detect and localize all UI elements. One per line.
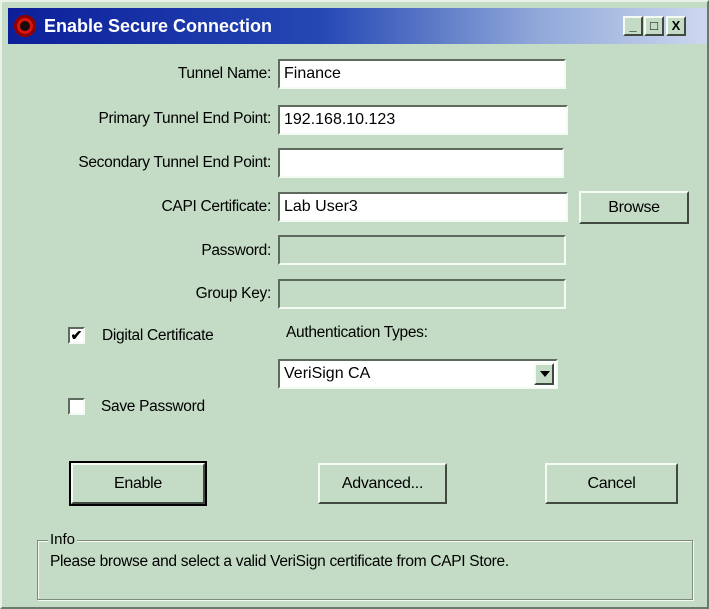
info-message: Please browse and select a valid VeriSig… (50, 553, 509, 570)
secondary-end-point-label: Secondary Tunnel End Point: (78, 154, 271, 171)
authentication-types-label: Authentication Types: (286, 324, 428, 341)
close-button[interactable]: X (666, 16, 686, 36)
browse-button[interactable]: Browse (579, 191, 689, 224)
save-password-label[interactable]: Save Password (101, 398, 205, 416)
chevron-down-icon[interactable] (534, 363, 554, 385)
password-field[interactable] (278, 235, 566, 265)
digital-certificate-label[interactable]: Digital Certificate (102, 327, 214, 345)
authentication-types-select[interactable]: VeriSign CA (278, 359, 558, 389)
digital-certificate-checkbox[interactable]: ✔ (68, 327, 85, 344)
app-logo-icon (14, 15, 36, 37)
save-password-checkbox[interactable] (68, 398, 85, 415)
primary-end-point-field[interactable] (278, 105, 568, 135)
advanced-button[interactable]: Advanced... (318, 463, 447, 504)
authentication-types-value: VeriSign CA (284, 365, 371, 382)
group-key-field[interactable] (278, 279, 566, 309)
password-label: Password: (201, 242, 271, 259)
dialog-window: Enable Secure Connection _ □ X Tunnel Na… (0, 0, 709, 609)
info-legend: Info (48, 531, 78, 548)
primary-end-point-label: Primary Tunnel End Point: (98, 110, 271, 127)
cancel-button[interactable]: Cancel (545, 463, 678, 504)
minimize-button[interactable]: _ (623, 16, 643, 36)
secondary-end-point-field[interactable] (278, 148, 564, 178)
tunnel-name-field[interactable] (278, 59, 566, 89)
title-bar[interactable]: Enable Secure Connection _ □ X (8, 8, 707, 44)
enable-button[interactable]: Enable (69, 461, 207, 506)
group-key-label: Group Key: (195, 285, 272, 302)
capi-certificate-field[interactable] (278, 192, 568, 222)
window-title: Enable Secure Connection (44, 16, 273, 36)
capi-certificate-label: CAPI Certificate: (161, 198, 272, 215)
info-groupbox: Info Please browse and select a valid Ve… (37, 531, 693, 600)
tunnel-name-label: Tunnel Name: (177, 65, 271, 82)
maximize-button[interactable]: □ (644, 16, 664, 36)
